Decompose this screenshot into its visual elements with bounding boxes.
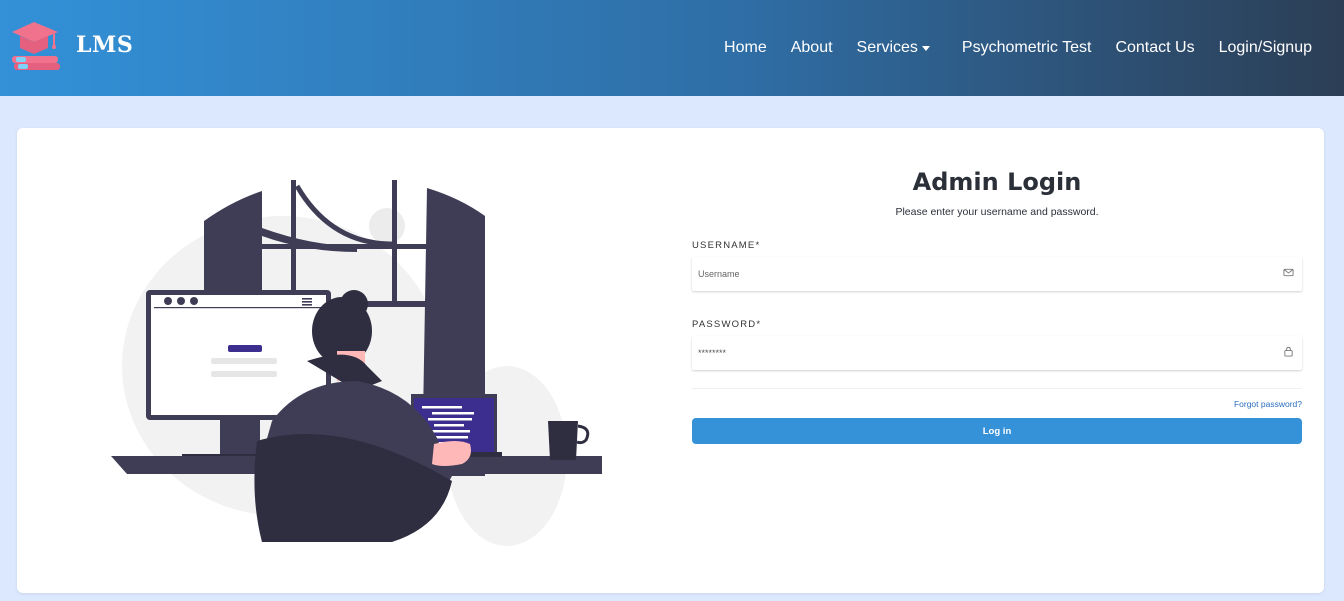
caret-down-icon	[921, 45, 930, 51]
username-input[interactable]	[692, 257, 1302, 291]
main-nav: Home About Services Psychometric Test Co…	[712, 0, 1324, 96]
nav-about[interactable]: About	[779, 39, 845, 57]
nav-login-signup[interactable]: Login/Signup	[1207, 39, 1324, 57]
form-subtitle: Please enter your username and password.	[895, 206, 1099, 218]
nav-psychometric-test[interactable]: Psychometric Test	[942, 39, 1104, 57]
password-input[interactable]	[692, 336, 1302, 370]
password-field-wrapper	[692, 336, 1302, 370]
login-button[interactable]: Log in	[692, 418, 1302, 444]
password-label: PASSWORD*	[692, 319, 762, 330]
nav-services-dropdown[interactable]: Services	[845, 39, 942, 57]
username-field-wrapper	[692, 257, 1302, 291]
envelope-icon	[1283, 268, 1294, 277]
brand-name: LMS	[76, 32, 134, 58]
username-label: USERNAME*	[692, 240, 761, 251]
top-navbar: LMS Home About Services Psychometric Tes…	[0, 0, 1344, 96]
graduation-cap-books-logo	[12, 22, 60, 70]
login-card: Admin Login Please enter your username a…	[17, 128, 1324, 593]
nav-contact-us[interactable]: Contact Us	[1103, 39, 1206, 57]
brand[interactable]: LMS	[8, 18, 133, 72]
nav-home[interactable]: Home	[712, 39, 779, 57]
form-divider	[692, 388, 1302, 389]
person-at-desk-illustration	[111, 180, 602, 546]
lock-icon	[1284, 346, 1293, 357]
admin-login-form: Admin Login Please enter your username a…	[692, 168, 1302, 444]
form-title: Admin Login	[912, 168, 1082, 196]
nav-services-label: Services	[856, 39, 918, 56]
forgot-password-link[interactable]: Forgot password?	[692, 399, 1302, 409]
